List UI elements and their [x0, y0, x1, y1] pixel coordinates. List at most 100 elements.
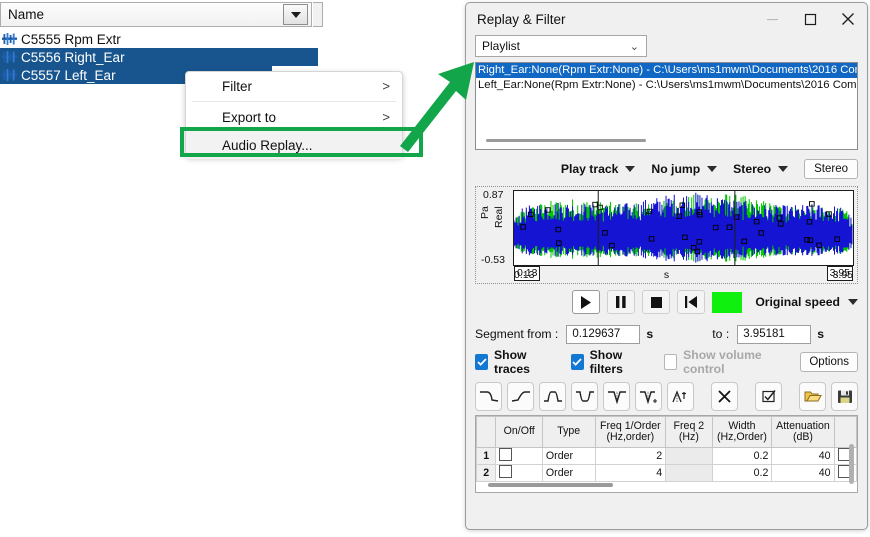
- play-button[interactable]: [572, 290, 601, 314]
- delete-filter-button[interactable]: [711, 381, 739, 411]
- highpass-filter-button[interactable]: [507, 381, 535, 411]
- minimize-button[interactable]: [753, 4, 791, 34]
- filter-table-header-type: Type: [541, 416, 596, 448]
- pause-button[interactable]: [607, 290, 636, 314]
- plot-canvas[interactable]: [513, 190, 854, 266]
- filter-table[interactable]: On/Off Type Freq 1/Order (Hz,order) Freq…: [475, 415, 858, 493]
- highpass-filter-icon: [511, 390, 530, 402]
- playback-mode-row: Play track No jump Stereo Stereo: [475, 155, 858, 183]
- tree-item-c5555[interactable]: C5555 Rpm Extr: [0, 30, 330, 48]
- filter-row-attenuation[interactable]: 40: [771, 464, 835, 482]
- tree-column-header-label: Name: [8, 7, 45, 22]
- show-filters-label: Show filters: [589, 348, 623, 376]
- playlist-horizontal-scrollbar[interactable]: [486, 139, 646, 142]
- filter-enable-checkbox[interactable]: [499, 465, 513, 478]
- context-menu-item-filter[interactable]: Filter >: [186, 72, 402, 100]
- delete-filter-icon: [718, 389, 731, 403]
- filter-row-freq1[interactable]: 2: [594, 447, 667, 465]
- playlist-listbox[interactable]: Right_Ear:None(Rpm Extr:None) - C:\Users…: [475, 62, 858, 150]
- tree-header-dropdown-button[interactable]: [283, 4, 308, 25]
- notch-filter-button[interactable]: [603, 381, 631, 411]
- stop-icon: [650, 296, 662, 308]
- caret-down-icon: [290, 11, 301, 18]
- plot-x-min-tick: 0.13: [514, 269, 535, 281]
- dialog-body: Playlist ⌄ Right_Ear:None(Rpm Extr:None)…: [466, 35, 867, 493]
- show-volume-control-checkbox: [664, 354, 678, 370]
- chevron-right-icon: >: [382, 109, 390, 125]
- caret-down-icon: [707, 166, 718, 172]
- bandstop-filter-button[interactable]: [571, 381, 599, 411]
- filter-row-type[interactable]: Order: [541, 464, 596, 482]
- filter-row-freq2[interactable]: [665, 447, 713, 465]
- channel-mode-label: Stereo: [733, 162, 772, 176]
- segment-to-label: to :: [712, 327, 730, 341]
- plot-y-min-tick: -0.53: [481, 254, 505, 266]
- open-filter-button[interactable]: [799, 381, 827, 411]
- segment-row: Segment from : 0.129637 s to : 3.95181 s: [475, 321, 858, 347]
- stereo-button[interactable]: Stereo: [804, 159, 858, 179]
- close-button[interactable]: [829, 4, 867, 34]
- stop-button[interactable]: [642, 290, 671, 314]
- filter-table-header-width-line1: Width: [728, 419, 756, 432]
- waveform-plot[interactable]: Pa Real 0.87 -0.53 0.13 3.95 0.13 s 3.95: [475, 186, 858, 284]
- channel-mode-dropdown[interactable]: Stereo: [733, 162, 789, 176]
- bandpass-filter-button[interactable]: [539, 381, 567, 411]
- waveform-icon: [2, 33, 17, 45]
- filter-row-width[interactable]: 0.2: [711, 464, 773, 482]
- toggles-row: Show traces Show filters Show volume con…: [475, 348, 858, 376]
- filter-row-type[interactable]: Order: [541, 447, 596, 465]
- dialog-title: Replay & Filter: [477, 11, 566, 27]
- filter-table-header-freq1-line2: (Hz,order): [606, 431, 655, 443]
- filter-table-horizontal-scrollbar[interactable]: [488, 483, 613, 487]
- filter-table-vertical-scrollbar[interactable]: [849, 444, 854, 484]
- plot-y-unit-label: Pa: [479, 206, 491, 219]
- maximize-button[interactable]: [791, 4, 829, 34]
- play-icon: [581, 295, 592, 309]
- play-mode-dropdown[interactable]: Play track: [561, 162, 636, 176]
- speed-dropdown[interactable]: Original speed: [755, 295, 858, 309]
- table-row[interactable]: 1 Order 2 0.2 40: [476, 447, 857, 465]
- filter-row-freq1[interactable]: 4: [594, 464, 667, 482]
- plot-x-axis-label: s: [663, 269, 670, 281]
- playlist-item[interactable]: Left_Ear:None(Rpm Extr:None) - C:\Users\…: [476, 78, 857, 93]
- add-notch-filter-button[interactable]: [635, 381, 663, 411]
- save-filter-button[interactable]: [831, 381, 859, 411]
- filter-enable-checkbox[interactable]: [499, 448, 513, 461]
- filter-toolbar: [475, 380, 859, 412]
- caret-down-icon: [848, 299, 858, 305]
- audio-replay-highlight-box: [180, 127, 423, 157]
- tree-item-label: C5556 Right_Ear: [21, 49, 125, 65]
- notch-filter-icon: [607, 390, 626, 404]
- segment-to-input[interactable]: 3.95181: [737, 324, 812, 344]
- skip-to-start-icon: [685, 296, 698, 308]
- caret-down-icon: [625, 166, 636, 172]
- filter-table-header-atten-line2: (dB): [792, 431, 813, 443]
- filter-table-header-attenuation: Attenuation (dB): [771, 416, 835, 448]
- playlist-item[interactable]: Right_Ear:None(Rpm Extr:None) - C:\Users…: [476, 63, 857, 78]
- context-menu-separator: [192, 101, 396, 102]
- playlist-mode-select[interactable]: Playlist ⌄: [475, 35, 647, 57]
- jump-mode-dropdown[interactable]: No jump: [651, 162, 718, 176]
- table-row[interactable]: 2 Order 4 0.2 40: [476, 464, 857, 482]
- tree-item-c5556[interactable]: C5556 Right_Ear: [0, 48, 318, 66]
- filter-row-onoff[interactable]: [495, 447, 543, 465]
- filter-row-width[interactable]: 0.2: [711, 447, 773, 465]
- options-button[interactable]: Options: [800, 352, 858, 372]
- check-icon: [476, 358, 487, 366]
- apply-filter-button[interactable]: [755, 381, 783, 411]
- lowpass-filter-button[interactable]: [475, 381, 503, 411]
- show-filters-checkbox[interactable]: [570, 354, 584, 370]
- filter-row-onoff[interactable]: [495, 464, 543, 482]
- show-traces-checkbox[interactable]: [475, 354, 489, 370]
- dialog-title-bar[interactable]: Replay & Filter: [466, 3, 867, 35]
- skip-to-start-button[interactable]: [677, 290, 706, 314]
- pause-icon: [616, 296, 626, 308]
- filter-row-index: 2: [476, 464, 497, 482]
- filter-row-freq2[interactable]: [665, 464, 713, 482]
- order-filter-button[interactable]: [667, 381, 695, 411]
- filter-row-attenuation[interactable]: 40: [771, 447, 835, 465]
- segment-from-label: Segment from :: [475, 327, 559, 341]
- segment-from-input[interactable]: 0.129637: [566, 324, 641, 344]
- tree-column-header[interactable]: Name: [0, 2, 312, 27]
- tree-item-label: C5555 Rpm Extr: [21, 31, 121, 47]
